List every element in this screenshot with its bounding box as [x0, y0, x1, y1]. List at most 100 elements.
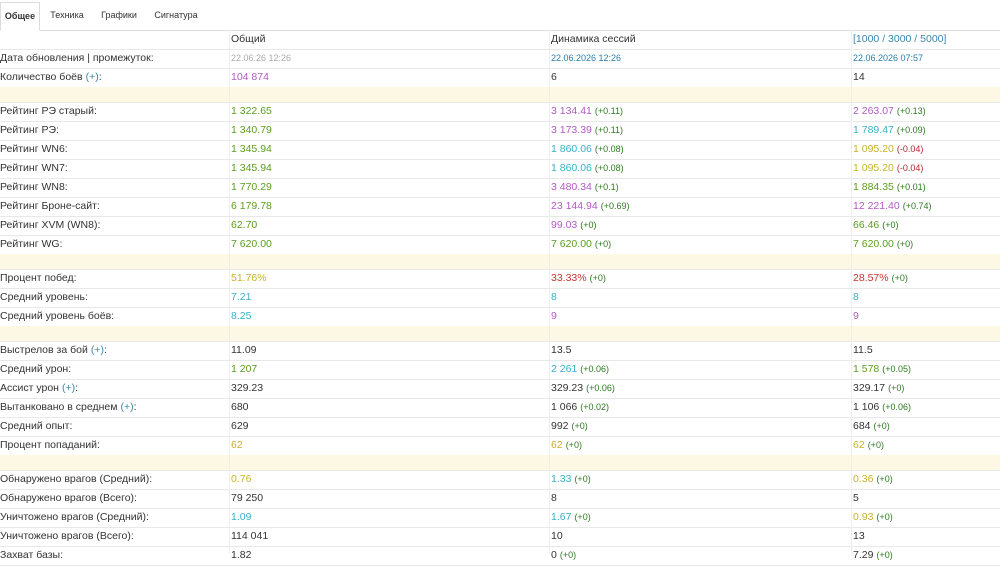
column-header-1: Общий [231, 33, 266, 45]
stat-delta: (+0) [867, 440, 884, 450]
stat-value: 51.76% [231, 272, 267, 284]
stat-value: 10 [551, 530, 563, 542]
stat-cell: 1.82 [231, 546, 549, 565]
stat-delta: (+0.06) [882, 402, 912, 412]
stat-cell: 12 221.40 (+0.74) [853, 197, 1000, 216]
tab-charts[interactable]: Графики [96, 2, 142, 29]
stat-label-text: Рейтинг РЭ: [0, 124, 59, 136]
stat-cell: 1.33 (+0) [551, 470, 849, 489]
plus-link[interactable]: (+) [91, 344, 104, 356]
stat-value: 79 250 [231, 492, 264, 504]
stat-cell: 0 (+0) [551, 546, 849, 565]
stat-value: 11.5 [853, 344, 873, 356]
stat-value: 14 [853, 71, 865, 83]
stat-value: 1.67 [551, 511, 572, 523]
stat-label-text: Процент побед: [0, 272, 77, 284]
stat-label: Уничтожено врагов (Всего): [0, 527, 228, 546]
stat-cell: 11.09 [231, 341, 549, 360]
stat-value: 11.09 [231, 344, 257, 356]
stat-cell: 1 095.20 (-0.04) [853, 159, 1000, 178]
stat-label: Рейтинг Броне-сайт: [0, 197, 228, 216]
stat-cell: 62 (+0) [551, 436, 849, 455]
plus-link[interactable]: (+) [86, 71, 99, 83]
stat-cell: 7.29 (+0) [853, 546, 1000, 565]
stat-value: 629 [231, 420, 249, 432]
stat-cell: 10 [551, 527, 849, 546]
stat-row: Выстрелов за бой (+): 11.09 13.5 11.5 [0, 341, 1000, 361]
stat-cell: 13.5 [551, 341, 849, 360]
stat-row: Дата обновления | промежуток: 22.06.26 12… [0, 49, 1000, 69]
stat-value: 62 [231, 439, 243, 451]
stat-delta: (+0) [594, 239, 612, 249]
stat-delta: (+0) [876, 512, 893, 522]
stat-cell: 33.33% (+0) [551, 269, 849, 288]
stat-value: 1 860.06 [551, 143, 592, 155]
stat-value: 1 095.20 [853, 162, 894, 174]
stat-delta: (+0.1) [594, 182, 619, 192]
stat-cell: 1 789.47 (+0.09) [853, 121, 1000, 140]
tab-signature[interactable]: Сигнатура [150, 2, 202, 29]
stat-cell: 8 [551, 288, 849, 307]
stat-cell: 28.57% (+0) [853, 269, 1000, 288]
tab-general[interactable]: Общее [0, 2, 40, 31]
stat-label: Рейтинг WG: [0, 235, 228, 254]
column-header-2: Динамика сессий [551, 33, 636, 45]
stat-label-text: Рейтинг WN6: [0, 143, 68, 155]
stat-row: Захват базы: 1.82 0 (+0) 7.29 (+0) [0, 546, 1000, 566]
plus-link[interactable]: (+) [120, 401, 133, 413]
column-header-3[interactable]: [1000 / 3000 / 5000] [853, 30, 1000, 49]
stat-delta: (+0) [559, 550, 577, 560]
stat-cell: 1 066 (+0.02) [551, 398, 849, 417]
stat-cell: 8.25 [231, 307, 549, 326]
stat-cell: 3 173.39 (+0.11) [551, 121, 849, 140]
stat-cell: 329.23 [231, 379, 549, 398]
stat-cell: 7 620.00 [231, 235, 549, 254]
stat-row: Обнаружено врагов (Средний): 0.76 1.33 (+0)… [0, 470, 1000, 490]
tab-vehicles[interactable]: Техника [46, 2, 88, 29]
stat-label: Рейтинг WN6: [0, 140, 228, 159]
stat-value: 22.06.2026 07:57 [853, 53, 924, 63]
stat-value: 1.33 [551, 473, 572, 485]
stat-cell: 9 [853, 307, 1000, 326]
stat-cell: 8 [853, 288, 1000, 307]
stat-cell: 1 095.20 (-0.04) [853, 140, 1000, 159]
stat-delta: (+0) [571, 421, 588, 431]
stat-label-text: Вытанковано в среднем [0, 401, 118, 413]
stat-value: 6 [551, 71, 557, 83]
stat-value: 22.06.26 12:26 [231, 53, 292, 63]
stat-delta: (+0.13) [896, 106, 926, 116]
plus-link[interactable]: (+) [62, 382, 75, 394]
stat-row: Процент попаданий: 62 62 (+0) 62 (+0) [0, 436, 1000, 456]
stat-cell: 2 261 (+0.06) [551, 360, 849, 379]
stat-value: 1 095.20 [853, 143, 894, 155]
column-divider [229, 30, 230, 554]
stat-value: 13 [853, 530, 865, 542]
stat-cell: 992 (+0) [551, 417, 849, 436]
stat-cell: 0.76 [231, 470, 549, 489]
stat-row: Средний опыт: 629 992 (+0) 684 (+0) [0, 417, 1000, 437]
stat-cell: 1 860.06 (+0.08) [551, 159, 849, 178]
stat-cell: 1 322.65 [231, 102, 549, 121]
stat-cell: 51.76% [231, 269, 549, 288]
stat-cell: 7 620.00 (+0) [551, 235, 849, 254]
stat-delta: (+0) [876, 550, 893, 560]
stat-row: Средний уровень боёв: 8.25 9 9 [0, 307, 1000, 327]
stat-cell: 329.17 (+0) [853, 379, 1000, 398]
stat-label: Рейтинг РЭ старый: [0, 102, 228, 121]
stat-value: 8 [551, 492, 557, 504]
stat-value: 9 [853, 310, 859, 322]
stat-label: Уничтожено врагов (Средний): [0, 508, 228, 527]
stat-cell: 680 [231, 398, 549, 417]
stat-cell: 1 345.94 [231, 140, 549, 159]
stat-row: Вытанковано в среднем (+): 680 1 066 (+0.02)… [0, 398, 1000, 418]
stat-row: Рейтинг РЭ: 1 340.79 3 173.39 (+0.11) 1 789.… [0, 121, 1000, 141]
stat-label-text: Обнаружено врагов (Всего): [0, 492, 137, 504]
stat-cell: 0.93 (+0) [853, 508, 1000, 527]
stat-value: 6 179.78 [231, 200, 272, 212]
stat-cell: 629 [231, 417, 549, 436]
stat-label: Захват базы: [0, 546, 228, 565]
stat-cell: 22.06.26 12:26 [231, 49, 549, 68]
stat-value: 684 [853, 420, 871, 432]
stat-label: Средний уровень боёв: [0, 307, 228, 326]
stat-value: 104 874 [231, 71, 269, 83]
